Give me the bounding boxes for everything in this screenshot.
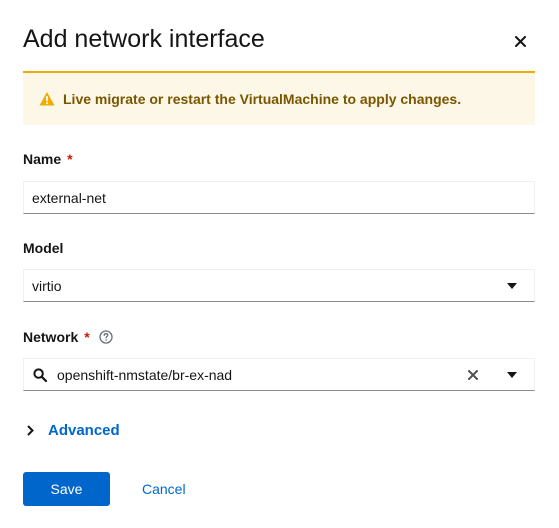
caret-down-icon[interactable] <box>506 369 518 381</box>
name-label: Name <box>23 151 62 167</box>
alert-message: Live migrate or restart the VirtualMachi… <box>63 91 462 107</box>
model-label-group: Model <box>23 240 63 256</box>
network-typeahead[interactable]: openshift-nmstate/br-ex-nad <box>23 358 535 391</box>
network-label-group: Network * <box>23 329 113 345</box>
search-icon <box>33 367 47 382</box>
advanced-toggle[interactable]: Advanced <box>27 422 120 439</box>
network-value[interactable]: openshift-nmstate/br-ex-nad <box>47 367 466 383</box>
chevron-right-icon <box>27 425 34 436</box>
name-input[interactable] <box>24 189 534 206</box>
clear-icon[interactable] <box>466 368 480 382</box>
save-button[interactable]: Save <box>23 472 110 506</box>
warning-triangle-icon <box>39 91 55 107</box>
warning-alert: Live migrate or restart the VirtualMachi… <box>23 71 535 125</box>
help-circle-icon[interactable] <box>99 330 113 344</box>
modal-title: Add network interface <box>23 25 265 53</box>
required-marker: * <box>84 329 90 345</box>
required-marker: * <box>67 151 73 167</box>
network-label: Network <box>23 329 79 345</box>
cancel-button[interactable]: Cancel <box>126 472 202 506</box>
model-selected-value: virtio <box>32 277 62 294</box>
model-label: Model <box>23 240 64 256</box>
advanced-label: Advanced <box>48 422 120 439</box>
caret-down-icon <box>506 280 518 292</box>
model-select[interactable]: virtio <box>23 269 535 302</box>
close-icon <box>514 35 526 47</box>
name-field-wrapper <box>23 181 535 214</box>
close-button[interactable] <box>509 30 531 52</box>
name-label-group: Name * <box>23 151 73 167</box>
add-network-interface-modal: Add network interface Live migrate or re… <box>0 0 559 528</box>
